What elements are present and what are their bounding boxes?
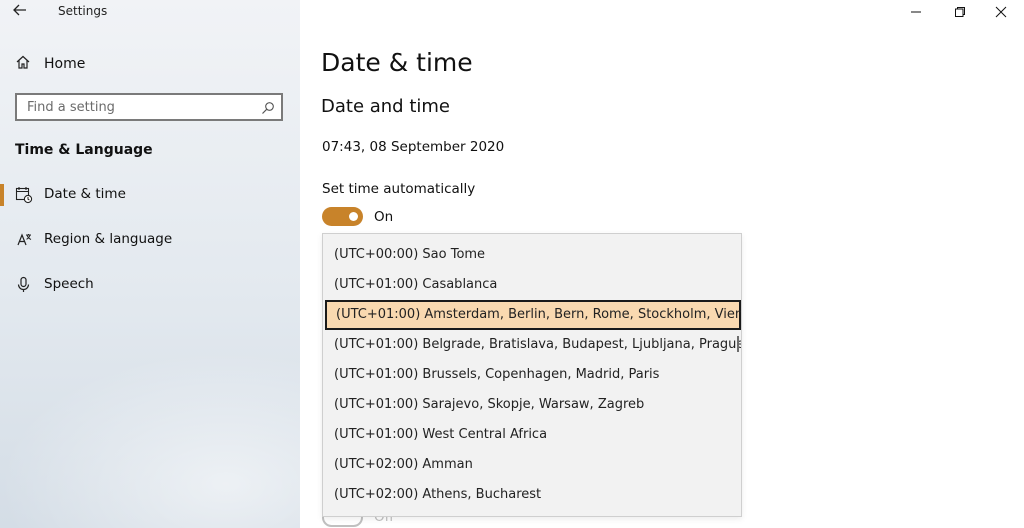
- sidebar-item-region-language[interactable]: Region & language: [0, 227, 300, 253]
- window-title: Settings: [58, 4, 108, 18]
- microphone-icon: [15, 276, 33, 294]
- section-heading: Date and time: [321, 96, 450, 117]
- home-label: Home: [44, 56, 86, 72]
- sidebar-item-label: Speech: [44, 276, 94, 292]
- time-zone-dropdown-list[interactable]: (UTC+00:00) Sao Tome (UTC+01:00) Casabla…: [322, 233, 742, 517]
- time-zone-option[interactable]: (UTC+01:00) Casablanca: [323, 270, 741, 300]
- time-zone-option[interactable]: (UTC+01:00) West Central Africa: [323, 420, 741, 450]
- section-title: Time & Language: [15, 142, 153, 158]
- home-nav-item[interactable]: Home: [15, 53, 85, 75]
- set-time-automatically-toggle[interactable]: [322, 207, 363, 226]
- sidebar-item-label: Date & time: [44, 186, 126, 202]
- close-button[interactable]: [978, 0, 1024, 24]
- toggle-knob: [349, 212, 358, 221]
- back-arrow-icon[interactable]: [12, 2, 32, 22]
- time-zone-option-selected[interactable]: (UTC+01:00) Amsterdam, Berlin, Bern, Rom…: [325, 300, 741, 330]
- time-zone-option[interactable]: (UTC+01:00) Belgrade, Bratislava, Budape…: [323, 330, 741, 360]
- restore-icon: [954, 3, 966, 22]
- sidebar-item-date-time[interactable]: Date & time: [0, 182, 300, 208]
- toggle-state-label: On: [374, 209, 394, 225]
- minimize-icon: [910, 3, 922, 22]
- dropdown-scrollbar[interactable]: [737, 336, 739, 352]
- sidebar: Settings Home Find a setting Time & Lang…: [0, 0, 300, 528]
- time-zone-option[interactable]: (UTC+01:00) Brussels, Copenhagen, Madrid…: [323, 360, 741, 390]
- sidebar-item-label: Region & language: [44, 231, 173, 247]
- set-time-automatically-label: Set time automatically: [322, 181, 476, 197]
- close-icon: [995, 3, 1007, 22]
- time-zone-option[interactable]: (UTC+00:00) Sao Tome: [323, 240, 741, 270]
- restore-button[interactable]: [937, 0, 983, 24]
- time-zone-option[interactable]: (UTC+02:00) Amman: [323, 450, 741, 480]
- date-time-icon: [15, 186, 33, 204]
- search-placeholder: Find a setting: [27, 100, 115, 115]
- current-datetime: 07:43, 08 September 2020: [322, 139, 505, 155]
- time-zone-option[interactable]: (UTC+01:00) Sarajevo, Skopje, Warsaw, Za…: [323, 390, 741, 420]
- active-indicator: [0, 184, 4, 206]
- sidebar-item-speech[interactable]: Speech: [0, 272, 300, 298]
- page-title: Date & time: [321, 48, 473, 77]
- region-language-icon: [15, 231, 33, 249]
- home-icon: [15, 54, 31, 74]
- time-zone-option[interactable]: (UTC+02:00) Athens, Bucharest: [323, 480, 741, 510]
- minimize-button[interactable]: [893, 0, 939, 24]
- search-input[interactable]: Find a setting: [15, 93, 283, 121]
- search-icon[interactable]: [261, 100, 275, 119]
